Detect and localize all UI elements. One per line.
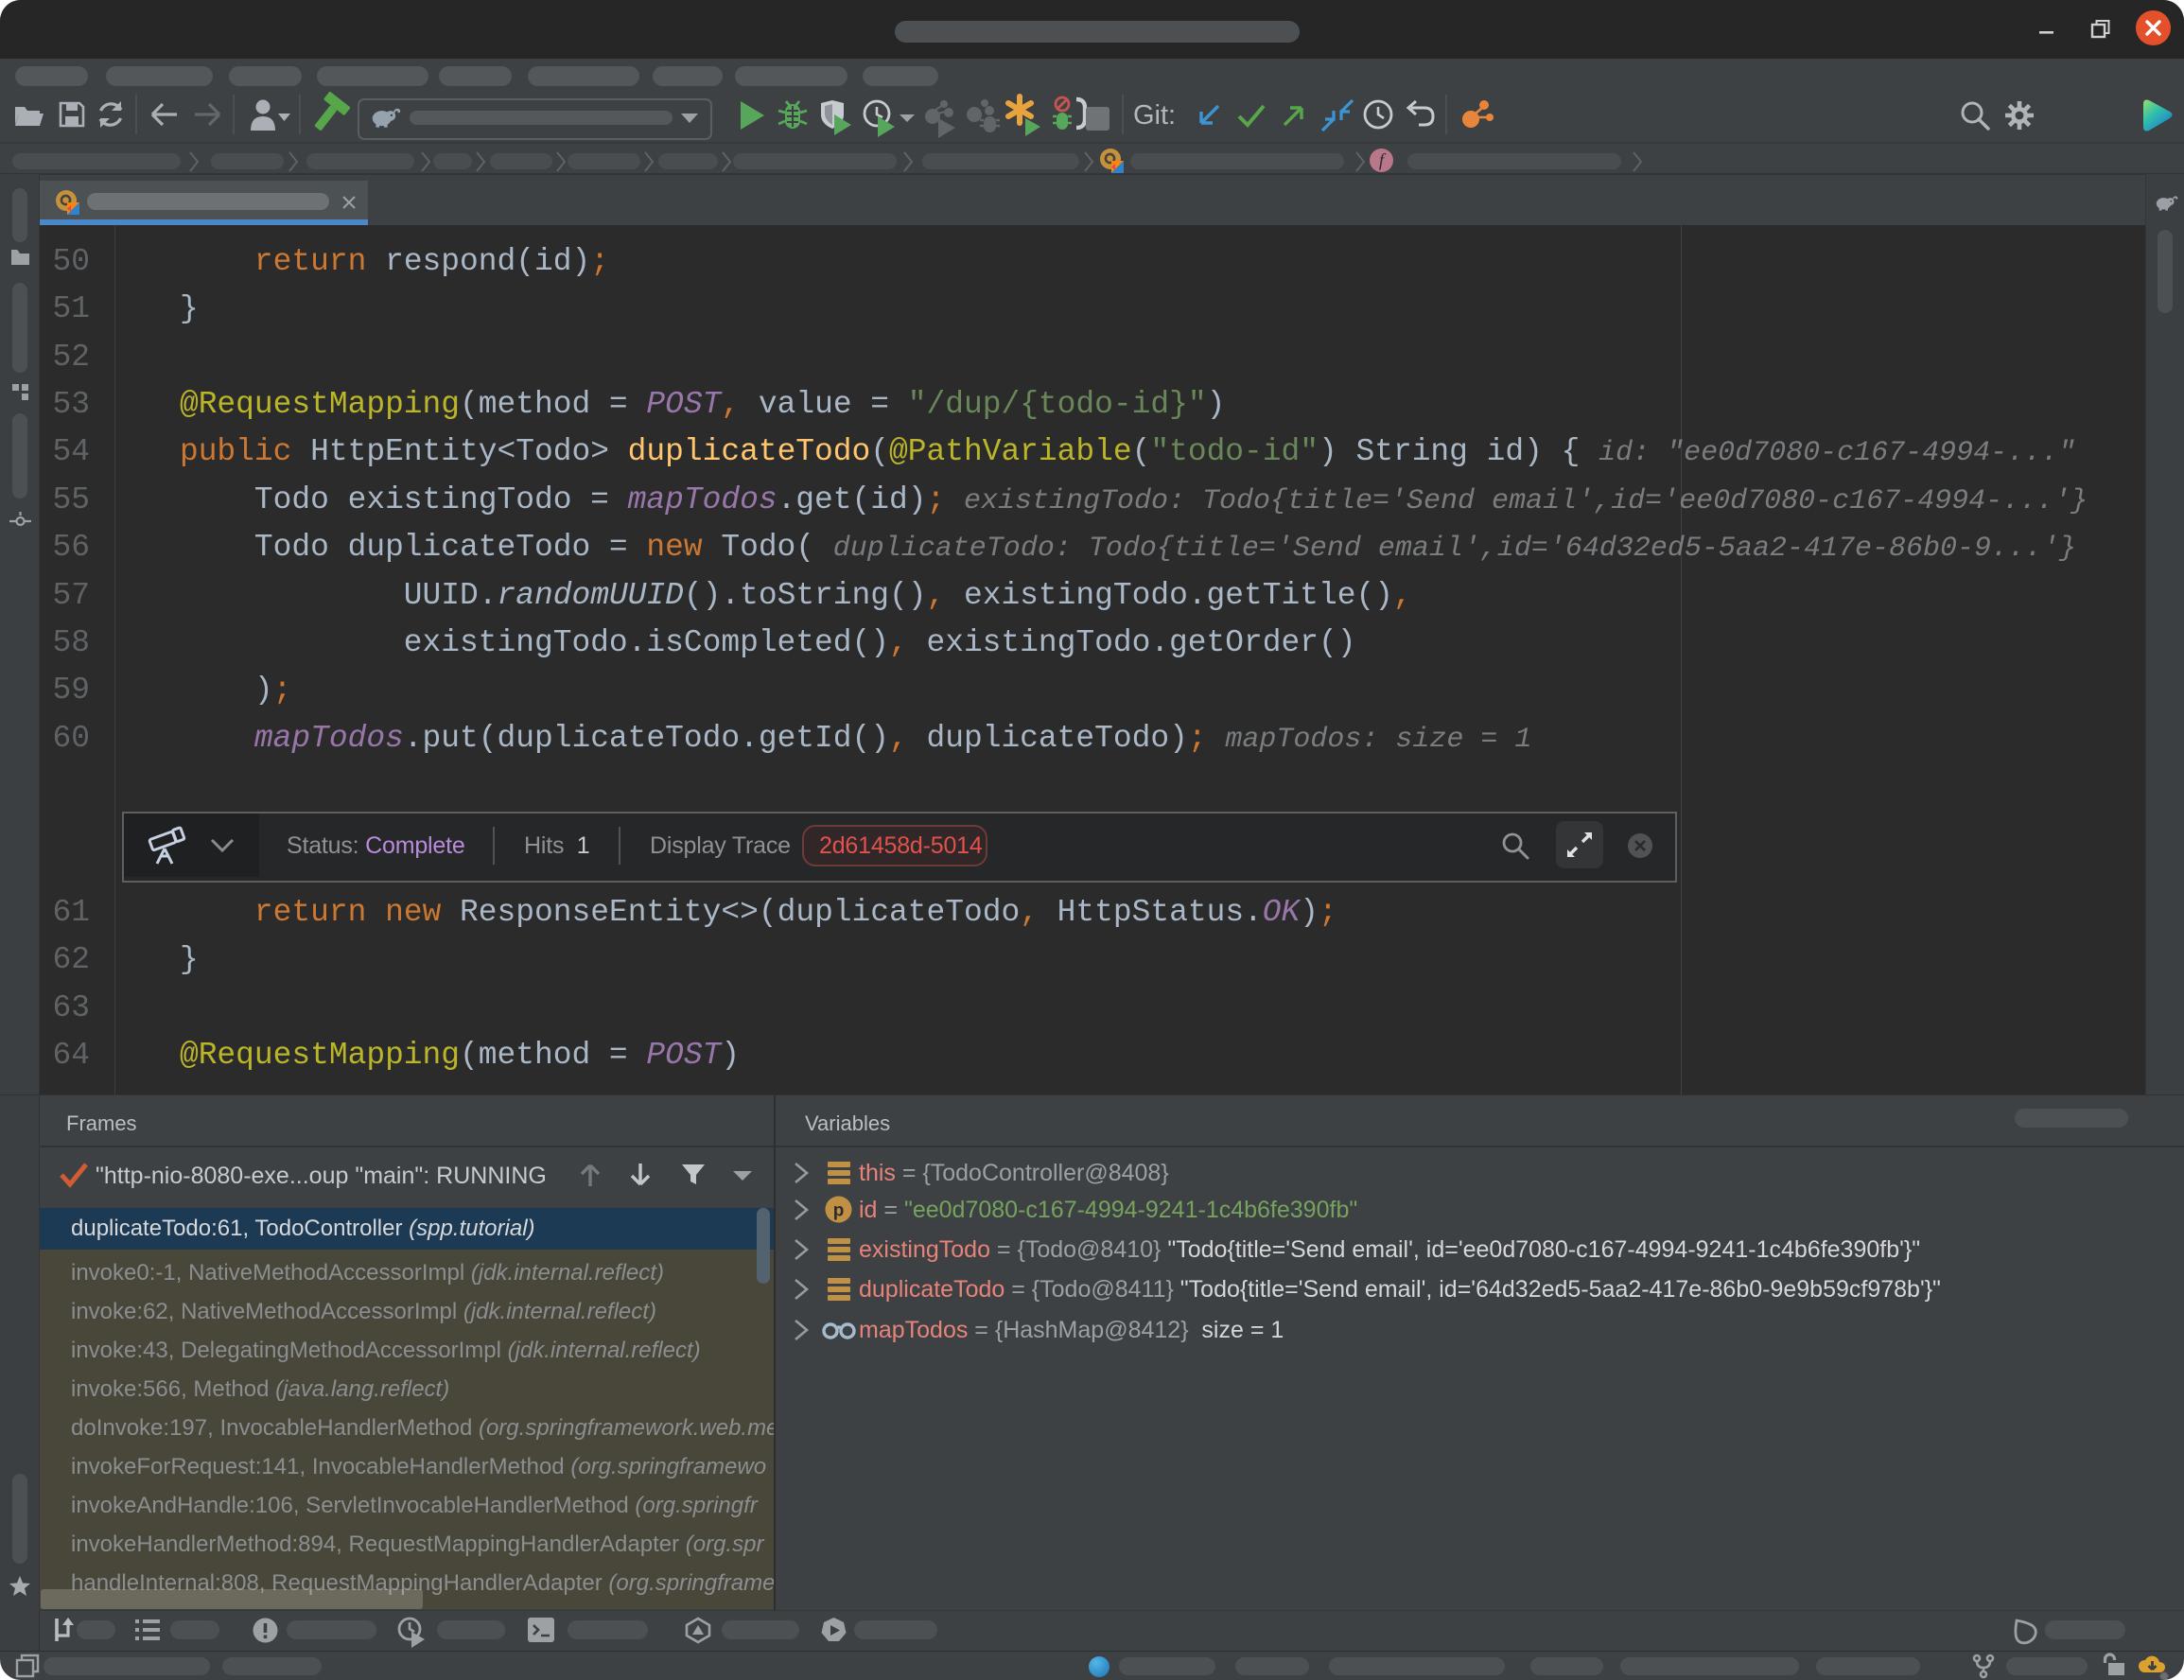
svg-text:p: p — [833, 1201, 845, 1221]
